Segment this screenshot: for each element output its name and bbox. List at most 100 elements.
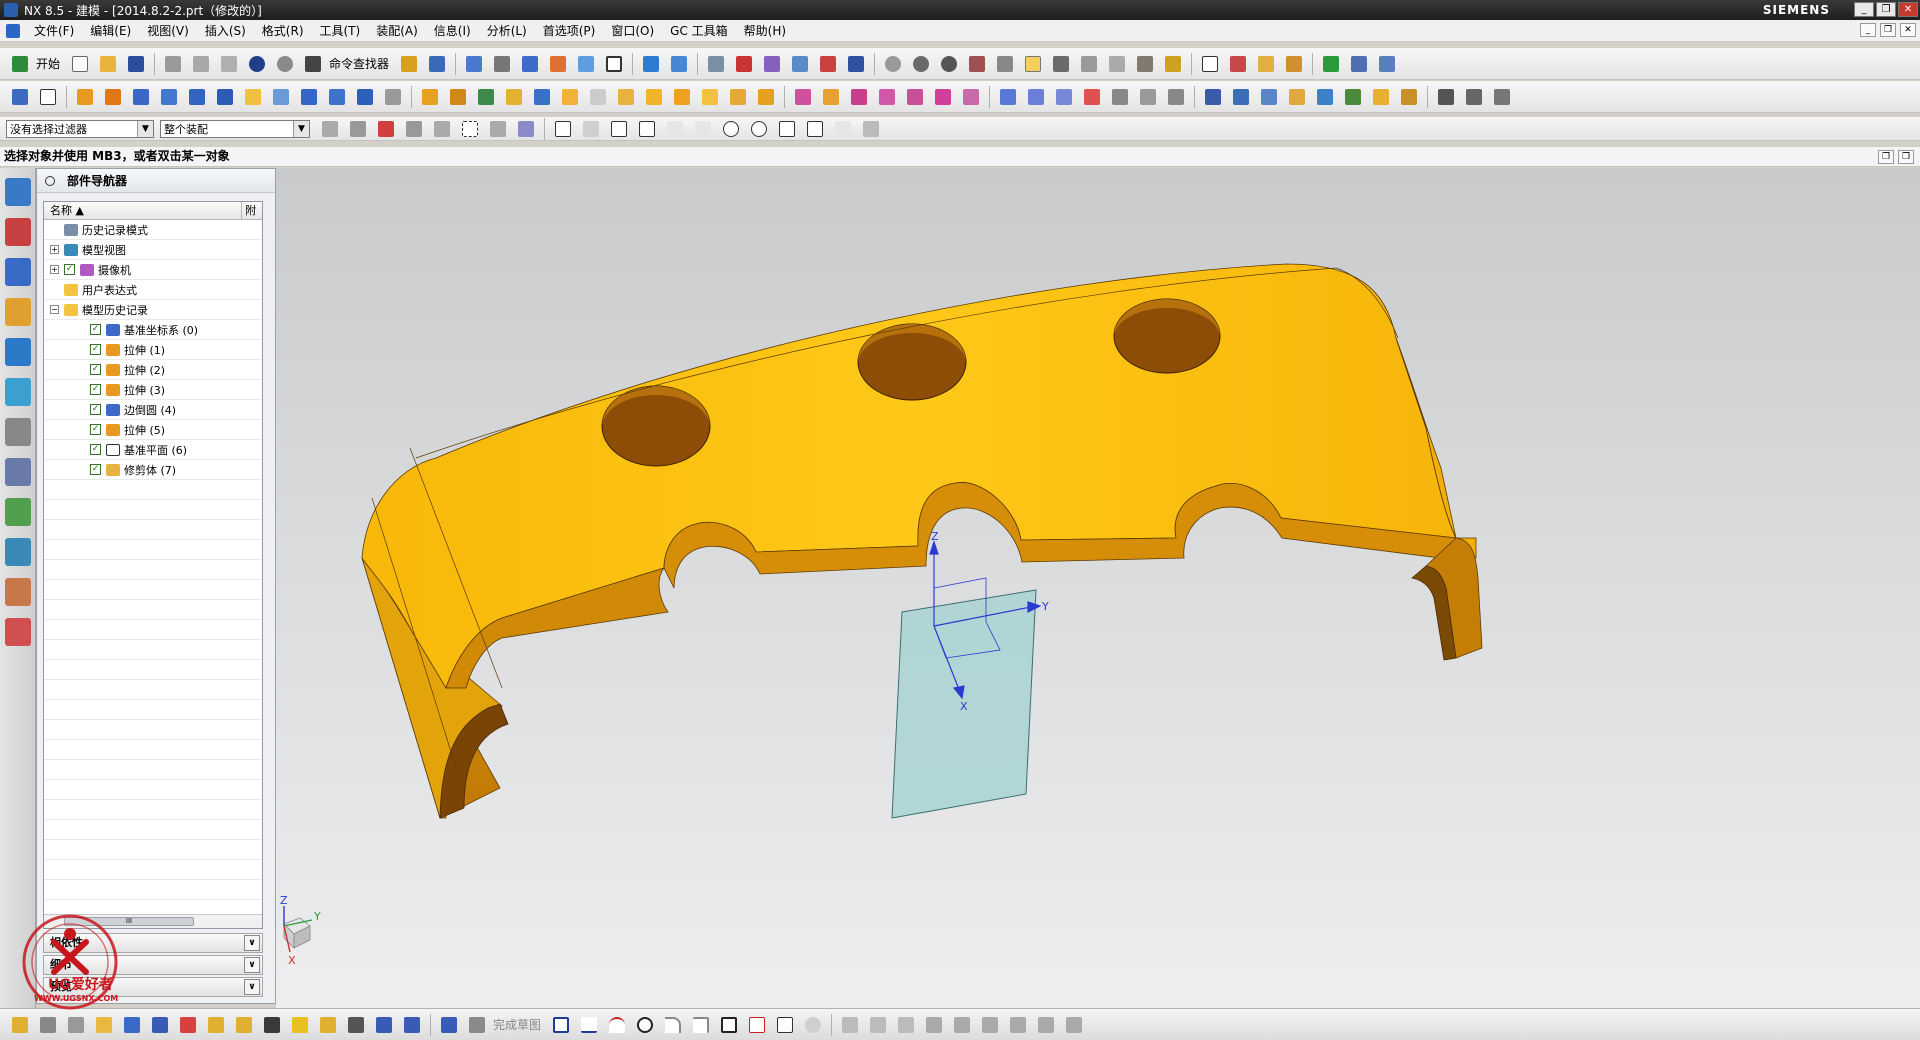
- snap-existing-button[interactable]: [776, 118, 798, 140]
- sketch-project-button[interactable]: [121, 1014, 143, 1036]
- drafting-tools-button[interactable]: [1491, 86, 1513, 108]
- process-studio-tab[interactable]: [5, 498, 31, 526]
- redo-button[interactable]: [274, 53, 296, 75]
- frame-button[interactable]: [603, 53, 625, 75]
- quick-trim-button[interactable]: [839, 1014, 861, 1036]
- hole-1[interactable]: [601, 385, 711, 467]
- layout-button[interactable]: [1202, 86, 1224, 108]
- feature-tools-button[interactable]: [1370, 86, 1392, 108]
- chamfer-button[interactable]: [699, 86, 721, 108]
- menu-file[interactable]: 文件(F): [26, 22, 82, 39]
- snap-on-curve-button[interactable]: [804, 118, 826, 140]
- roles-tab[interactable]: [5, 578, 31, 606]
- human-button[interactable]: [1050, 53, 1072, 75]
- menu-tools[interactable]: 工具(T): [312, 22, 369, 39]
- sketch-task-button[interactable]: [9, 1014, 31, 1036]
- constraint-navigator-tab[interactable]: [5, 218, 31, 246]
- web-browser-tab[interactable]: [5, 378, 31, 406]
- edit-section-button[interactable]: [575, 53, 597, 75]
- touch-mode-button[interactable]: [398, 53, 420, 75]
- sketch-mirror-button[interactable]: [149, 1014, 171, 1036]
- thread-button[interactable]: [382, 86, 404, 108]
- sketch-name-button[interactable]: [466, 1014, 488, 1036]
- reposition-button[interactable]: [1314, 86, 1336, 108]
- menu-edit[interactable]: 编辑(E): [82, 22, 139, 39]
- command-finder-button[interactable]: [302, 53, 324, 75]
- grid-button[interactable]: [994, 53, 1016, 75]
- chamfer-sketch-button[interactable]: [690, 1014, 712, 1036]
- report-button[interactable]: [1376, 53, 1398, 75]
- sketch-polygon-button[interactable]: [401, 1014, 423, 1036]
- unite-button[interactable]: [531, 86, 553, 108]
- floor-button[interactable]: [1078, 53, 1100, 75]
- groove-button[interactable]: [270, 86, 292, 108]
- view-triad[interactable]: Z Y X: [280, 894, 321, 967]
- profile-button[interactable]: [550, 1014, 572, 1036]
- sketch-associate-button[interactable]: [261, 1014, 283, 1036]
- sketch-point-add-button[interactable]: [774, 1014, 796, 1036]
- visibility-checkbox[interactable]: ✓: [90, 324, 101, 335]
- tree-row[interactable]: + 模型视图: [44, 240, 262, 260]
- polyline-button[interactable]: [746, 1014, 768, 1036]
- boss-button[interactable]: [158, 86, 180, 108]
- tree-row[interactable]: ✓ 基准坐标系 (0): [44, 320, 262, 340]
- quick-extend-button[interactable]: [867, 1014, 889, 1036]
- snap-quadrant-button[interactable]: [748, 118, 770, 140]
- view-sketch-button[interactable]: [37, 1014, 59, 1036]
- hole-2[interactable]: [857, 323, 967, 401]
- sketch-curve-button[interactable]: [317, 1014, 339, 1036]
- delete-face-button[interactable]: [1165, 86, 1187, 108]
- extract-button[interactable]: [932, 86, 954, 108]
- snap-midpoint-button[interactable]: [636, 118, 658, 140]
- face-blend-button[interactable]: [727, 86, 749, 108]
- copy-button[interactable]: [190, 53, 212, 75]
- minimize-button[interactable]: _: [1854, 2, 1874, 17]
- rendering-style-button[interactable]: [491, 53, 513, 75]
- palette-button[interactable]: [1283, 53, 1305, 75]
- orient-sketch-button[interactable]: [65, 1014, 87, 1036]
- sync-modeling-button[interactable]: [997, 86, 1019, 108]
- sketch-offset-button[interactable]: [177, 1014, 199, 1036]
- constraints-button[interactable]: [951, 1014, 973, 1036]
- animate-dimension-button[interactable]: [1063, 1014, 1085, 1036]
- system-materials-tab[interactable]: [5, 458, 31, 486]
- cylinder-button[interactable]: [326, 86, 348, 108]
- wcs-dynamic-button[interactable]: [640, 53, 662, 75]
- draft-button[interactable]: [848, 86, 870, 108]
- graphics-restore-button[interactable]: ❐: [1878, 150, 1894, 164]
- alternate-solution-button[interactable]: [1035, 1014, 1057, 1036]
- part-navigator-tab[interactable]: [5, 258, 31, 286]
- sketch-button[interactable]: [9, 86, 31, 108]
- sketch-point-button[interactable]: [345, 1014, 367, 1036]
- pad-button[interactable]: [214, 86, 236, 108]
- start-label[interactable]: 开始: [36, 55, 60, 72]
- chevron-down-icon[interactable]: ∨: [244, 957, 260, 973]
- edit-parameters-button[interactable]: [1286, 86, 1308, 108]
- restore-button[interactable]: ❐: [1876, 2, 1896, 17]
- manufacturing-wizards-tab[interactable]: [5, 538, 31, 566]
- visibility-checkbox[interactable]: ✓: [90, 364, 101, 375]
- point-button[interactable]: [503, 86, 525, 108]
- coil-button[interactable]: [1258, 86, 1280, 108]
- select-all-button[interactable]: [375, 118, 397, 140]
- revolve-button[interactable]: [102, 86, 124, 108]
- tree-row[interactable]: − 模型历史记录: [44, 300, 262, 320]
- selection-scope-dropdown[interactable]: 整个装配 ▼: [160, 119, 310, 138]
- tree-row[interactable]: 用户表达式: [44, 280, 262, 300]
- menu-information[interactable]: 信息(I): [426, 22, 479, 39]
- cone-button[interactable]: [354, 86, 376, 108]
- menu-insert[interactable]: 插入(S): [197, 22, 254, 39]
- history-tab[interactable]: [5, 418, 31, 446]
- pull-face-button[interactable]: [1053, 86, 1075, 108]
- menu-preferences[interactable]: 首选项(P): [535, 22, 604, 39]
- expand-toggle-icon[interactable]: +: [50, 245, 59, 254]
- shell-button[interactable]: [755, 86, 777, 108]
- intersect-button[interactable]: [587, 86, 609, 108]
- texture-button[interactable]: [966, 53, 988, 75]
- component-button[interactable]: [1134, 53, 1156, 75]
- show-bodies-button[interactable]: [515, 118, 537, 140]
- offset-face-button[interactable]: [876, 86, 898, 108]
- check-button[interactable]: [1320, 53, 1342, 75]
- tree-row[interactable]: + ✓ 摄像机: [44, 260, 262, 280]
- chevron-down-icon[interactable]: ∨: [244, 979, 260, 995]
